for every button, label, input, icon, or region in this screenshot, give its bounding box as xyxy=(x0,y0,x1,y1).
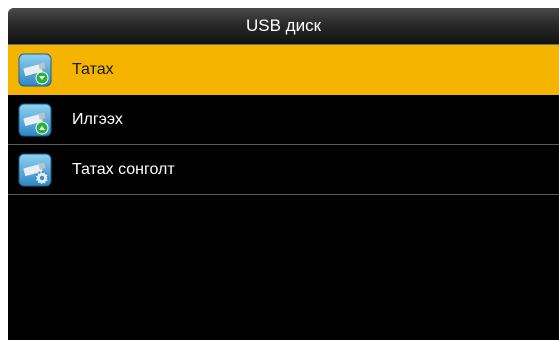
usb-settings-icon xyxy=(18,153,52,187)
usb-download-icon xyxy=(18,53,52,87)
menu-item-label: Татах сонголт xyxy=(72,160,175,178)
menu-item-upload[interactable]: Илгээх xyxy=(8,95,559,145)
menu-item-label: Татах xyxy=(72,60,114,78)
device-screen: USB диск Татах Илгээх Татах сонголт xyxy=(8,8,559,340)
page-title: USB диск xyxy=(245,16,322,35)
usb-menu: Татах Илгээх Татах сонголт xyxy=(8,45,559,195)
usb-upload-icon xyxy=(18,103,52,137)
menu-item-label: Илгээх xyxy=(72,110,123,128)
menu-item-download[interactable]: Татах xyxy=(8,45,559,95)
menu-item-download-options[interactable]: Татах сонголт xyxy=(8,145,559,195)
title-bar: USB диск xyxy=(8,8,559,45)
